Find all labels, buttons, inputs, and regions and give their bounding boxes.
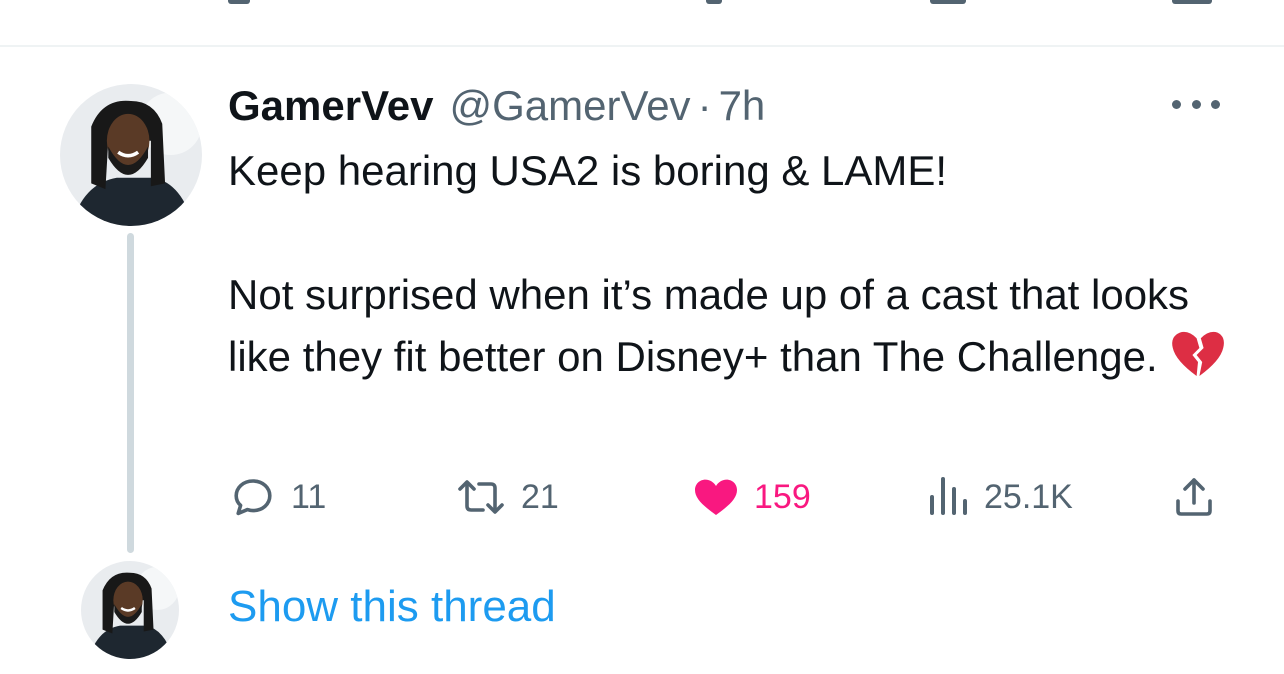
separator-dot: · — [697, 82, 712, 129]
avatar[interactable] — [60, 84, 202, 226]
more-dot-icon — [1172, 99, 1181, 109]
retweet-icon — [458, 480, 504, 514]
user-avatar-photo — [60, 84, 202, 226]
tweet-timestamp[interactable]: 7h — [719, 82, 766, 130]
reply-icon — [234, 479, 272, 516]
more-dot-icon — [1191, 99, 1201, 109]
more-dot-icon — [1211, 99, 1220, 109]
like-button[interactable]: 159 — [692, 470, 811, 524]
views-button[interactable]: 25.1K — [926, 470, 1073, 524]
heart-filled-icon — [695, 479, 737, 515]
show-thread-link[interactable]: Show this thread — [228, 582, 556, 632]
previous-reply-icon-fragment — [228, 0, 250, 4]
user-avatar-photo — [81, 561, 179, 659]
reply-count: 11 — [291, 477, 327, 516]
reply-button[interactable]: 11 — [229, 470, 326, 524]
views-count: 25.1K — [984, 477, 1073, 516]
retweet-count: 21 — [521, 477, 559, 516]
like-count: 159 — [754, 477, 811, 516]
previous-views-icon-fragment — [930, 0, 966, 4]
tweet-actions: 11 21 159 25.1K — [0, 470, 1284, 524]
broken-heart-icon — [1171, 331, 1224, 376]
tweet-text: Keep hearing USA2 is boring & LAME! Not … — [228, 140, 1248, 388]
previous-share-icon-fragment — [1172, 0, 1212, 4]
share-button[interactable] — [1170, 470, 1218, 524]
more-options-button[interactable] — [1172, 96, 1220, 112]
tweet-text-line: Not surprised when it’s made up of a cas… — [228, 271, 1190, 380]
avatar[interactable] — [81, 561, 179, 659]
share-icon — [1176, 478, 1212, 516]
display-name[interactable]: GamerVev — [228, 82, 434, 130]
tweet-text-line: Keep hearing USA2 is boring & LAME! — [228, 147, 948, 194]
retweet-button[interactable]: 21 — [455, 470, 559, 524]
tweet-text-paragraph: Not surprised when it’s made up of a cas… — [228, 264, 1248, 388]
previous-tweet-actions-fragment — [0, 0, 1284, 46]
views-chart-icon — [930, 477, 967, 515]
tweet-divider — [0, 45, 1284, 47]
user-handle[interactable]: @GamerVev — [450, 82, 691, 130]
previous-like-icon-fragment — [706, 0, 722, 4]
tweet-header: GamerVev @GamerVev · 7h — [228, 78, 765, 134]
